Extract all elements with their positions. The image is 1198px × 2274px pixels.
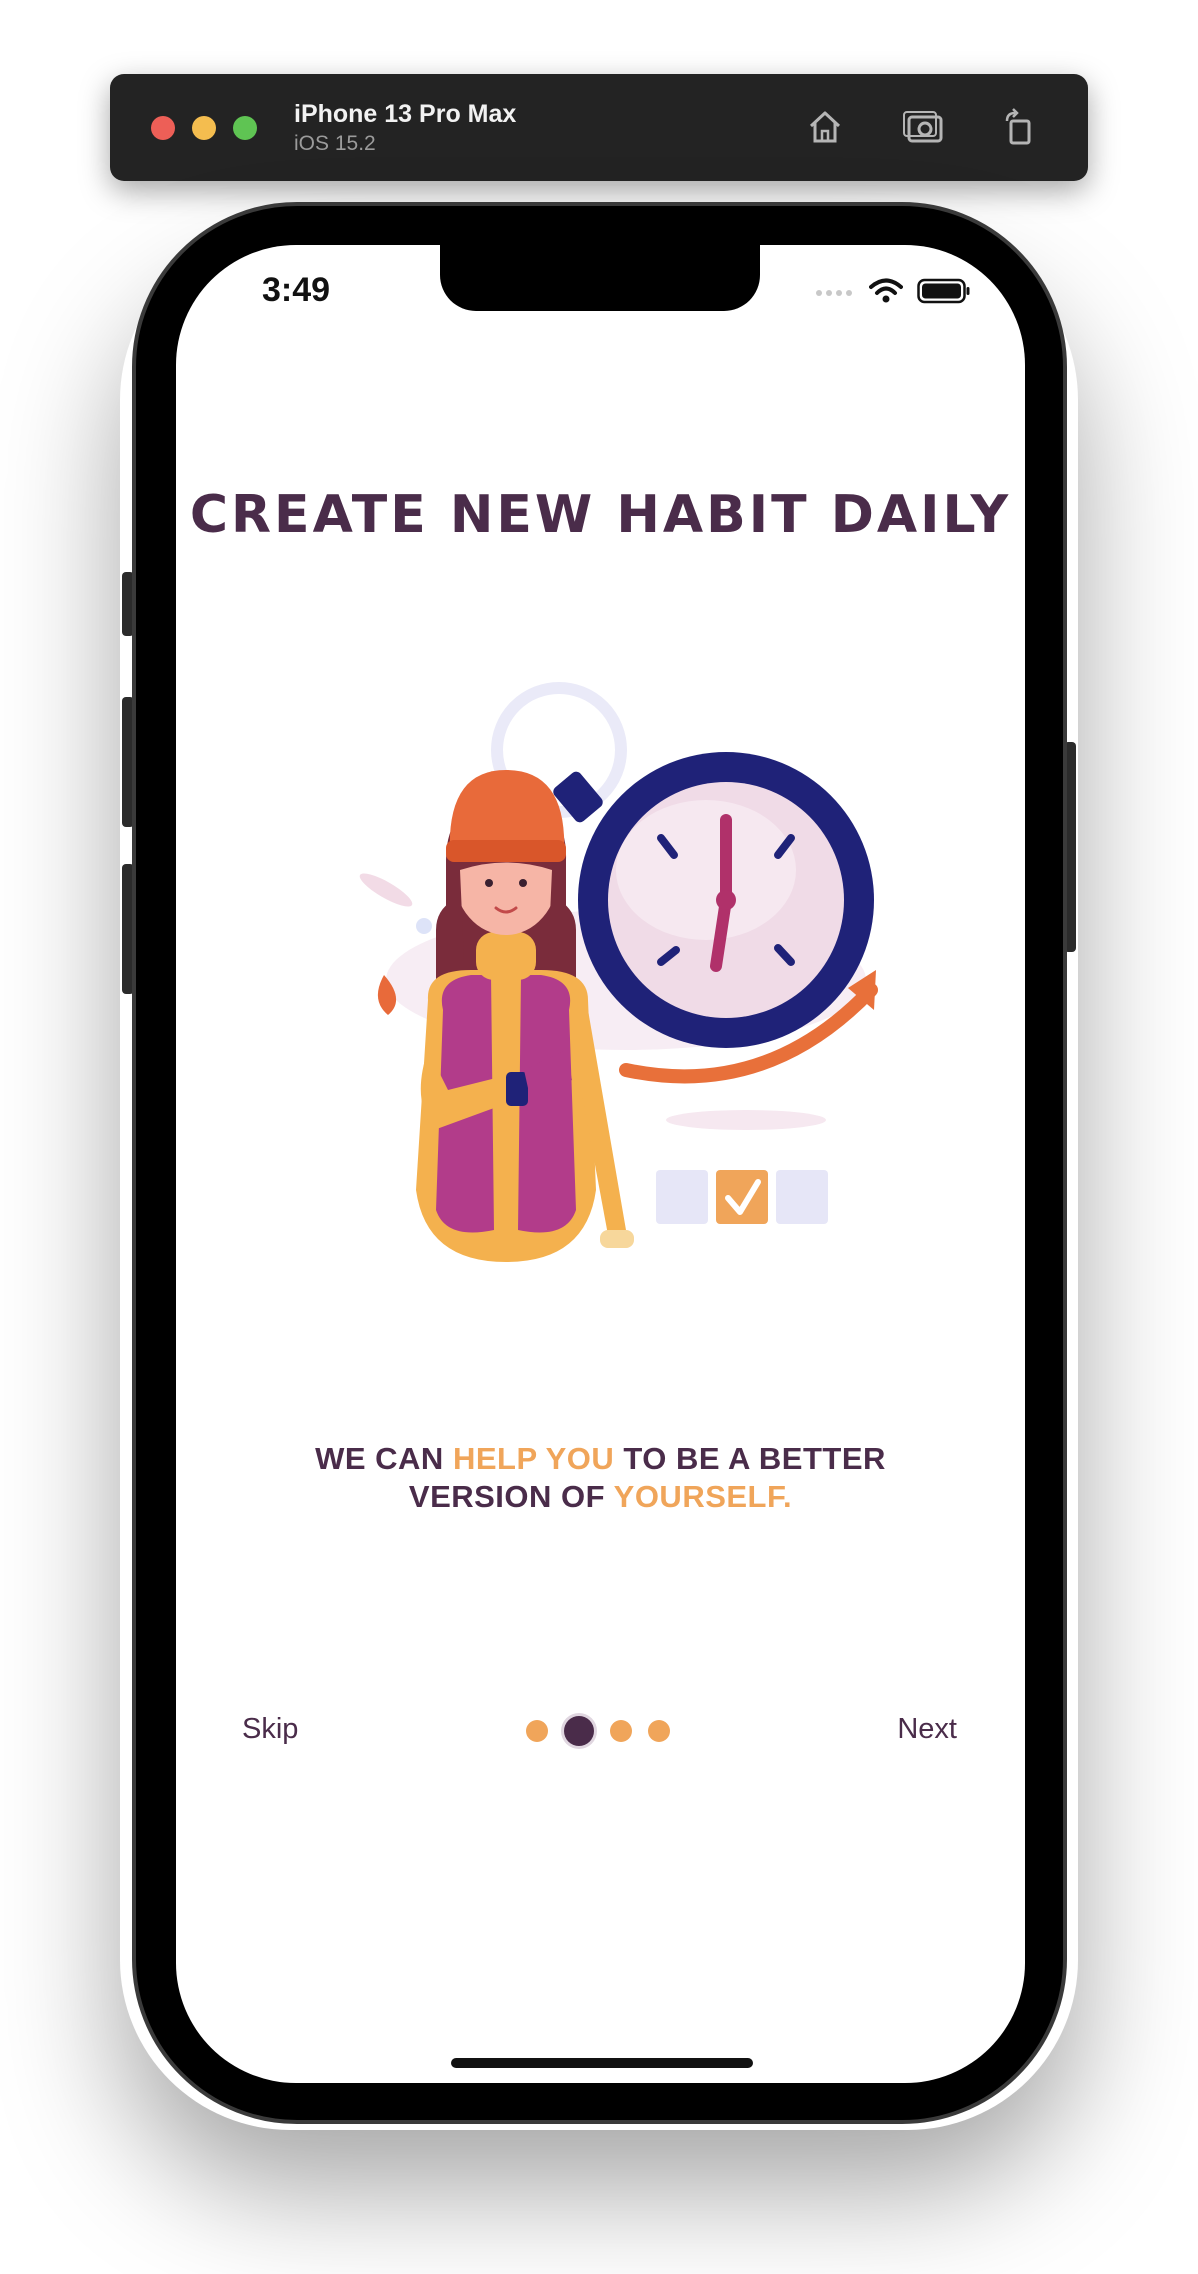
wifi-icon	[869, 278, 903, 303]
onboarding-tagline: WE CAN HELP YOU TO BE A BETTER VERSION O…	[176, 1440, 1025, 1516]
skip-button[interactable]: Skip	[242, 1713, 298, 1746]
screenshot-icon[interactable]	[898, 102, 948, 152]
device-name: iPhone 13 Pro Max	[294, 100, 517, 128]
home-icon[interactable]	[800, 102, 850, 152]
page-dot-1[interactable]	[526, 1720, 548, 1742]
onboarding-headline: CREATE NEW HABIT DAILY	[189, 485, 1012, 545]
tagline-accent-help-you: HELP YOU	[452, 1441, 615, 1476]
status-time: 3:49	[262, 271, 331, 309]
tagline-line2-start: VERSION OF	[408, 1479, 614, 1514]
signal-icon	[816, 290, 852, 296]
tagline-accent-yourself: YOURSELF.	[613, 1479, 793, 1514]
zoom-window-button[interactable]	[233, 116, 257, 140]
close-window-button[interactable]	[151, 116, 175, 140]
page-indicator	[526, 1716, 670, 1746]
tagline-line1-end: TO BE A BETTER	[614, 1441, 886, 1476]
notch	[440, 245, 760, 311]
page-dot-4[interactable]	[648, 1720, 670, 1742]
os-version: iOS 15.2	[294, 132, 376, 155]
home-indicator[interactable]	[451, 2058, 753, 2068]
simulator-toolbar: iPhone 13 Pro Max iOS 15.2	[110, 74, 1088, 181]
next-button[interactable]: Next	[897, 1713, 957, 1746]
status-icons	[815, 278, 971, 304]
page-dot-3[interactable]	[610, 1720, 632, 1742]
habit-illustration	[359, 682, 878, 1262]
tagline-line1-start: WE CAN	[315, 1441, 453, 1476]
minimize-window-button[interactable]	[192, 116, 216, 140]
battery-icon	[917, 278, 970, 304]
rotate-icon[interactable]	[994, 102, 1044, 152]
app-screen: 3:49 CREATE NEW HABIT DAILY WE CAN HELP …	[176, 245, 1025, 2083]
page-dot-2-active[interactable]	[564, 1716, 594, 1746]
